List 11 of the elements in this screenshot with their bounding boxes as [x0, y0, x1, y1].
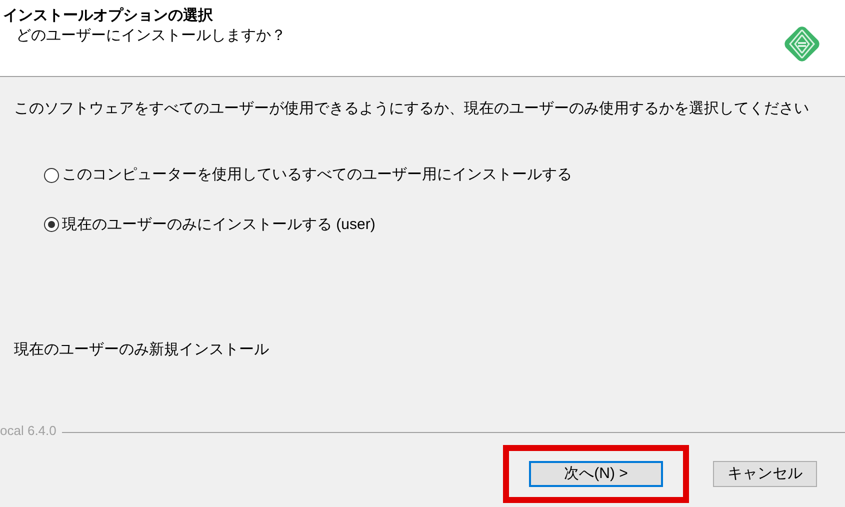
description-text: このソフトウェアをすべてのユーザーが使用できるようにするか、現在のユーザーのみ使用するかを選択してください	[14, 99, 810, 118]
option-label[interactable]: 現在のユーザーのみにインストールする (user)	[62, 214, 376, 236]
option-label[interactable]: このコンピューターを使用しているすべてのユーザー用にインストールする	[62, 164, 572, 186]
header-subtitle: どのユーザーにインストールしますか？	[15, 26, 286, 46]
radio-button[interactable]	[44, 168, 59, 183]
branding-text: ocal 6.4.0	[0, 422, 58, 440]
radio-button[interactable]	[44, 217, 59, 232]
next-button[interactable]: 次へ(N) >	[529, 461, 663, 487]
status-text: 現在のユーザーのみ新規インストール	[14, 340, 270, 360]
cancel-button[interactable]: キャンセル	[713, 461, 817, 487]
header-title: インストールオプションの選択	[3, 6, 214, 26]
